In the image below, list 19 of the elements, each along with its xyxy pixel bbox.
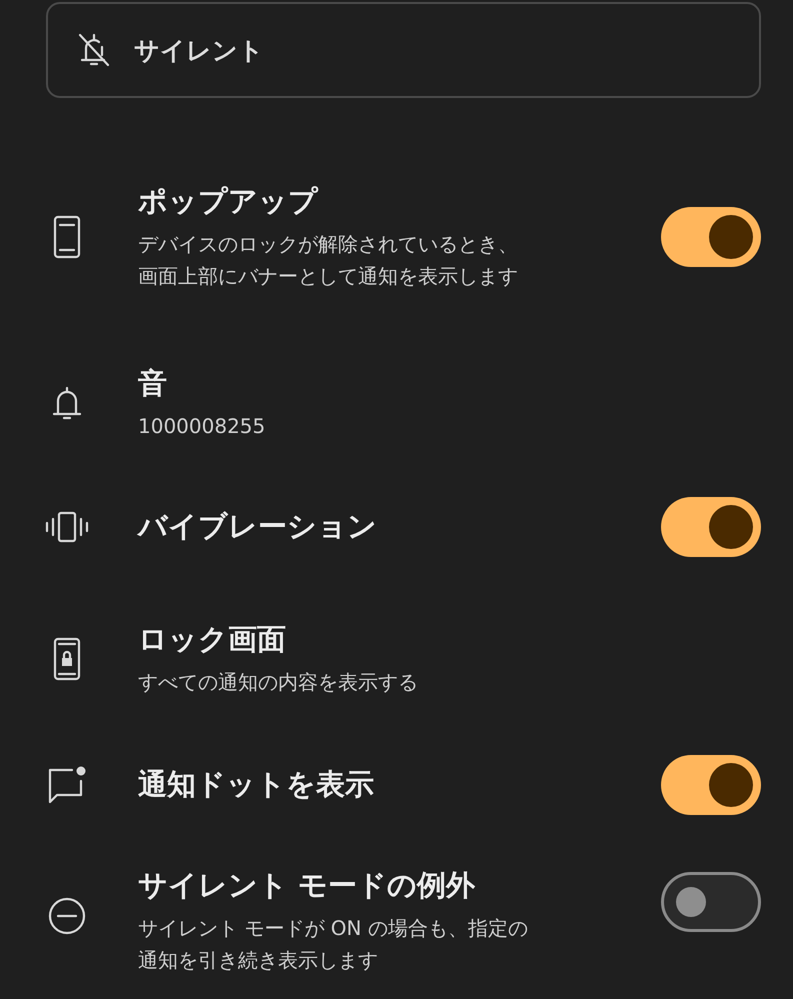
setting-description: サイレント モードが ON の場合も、指定の 通知を引き続き表示します <box>138 915 529 974</box>
setting-title: 音 <box>138 365 168 402</box>
vibration-icon <box>44 510 90 544</box>
setting-title: ロック画面 <box>138 621 287 658</box>
setting-title: ポップアップ <box>138 183 320 220</box>
setting-title: バイブレーション <box>138 508 378 545</box>
silent-mode-label: サイレント <box>134 34 264 66</box>
setting-title: 通知ドットを表示 <box>138 766 375 803</box>
minus-circle-icon <box>47 896 87 936</box>
setting-description: すべての通知の内容を表示する <box>138 669 419 696</box>
phone-lock-icon <box>52 636 82 682</box>
setting-title: サイレント モードの例外 <box>138 867 476 904</box>
setting-description: デバイスのロックが解除されているとき、 画面上部にバナーとして通知を表示します <box>138 231 519 290</box>
bell-icon <box>50 384 84 422</box>
phone-icon <box>52 214 82 260</box>
chat-dot-icon <box>46 765 88 805</box>
bell-off-icon <box>76 31 112 69</box>
setting-description: 1000008255 <box>138 413 266 440</box>
silent-mode-button[interactable]: サイレント <box>46 2 761 98</box>
